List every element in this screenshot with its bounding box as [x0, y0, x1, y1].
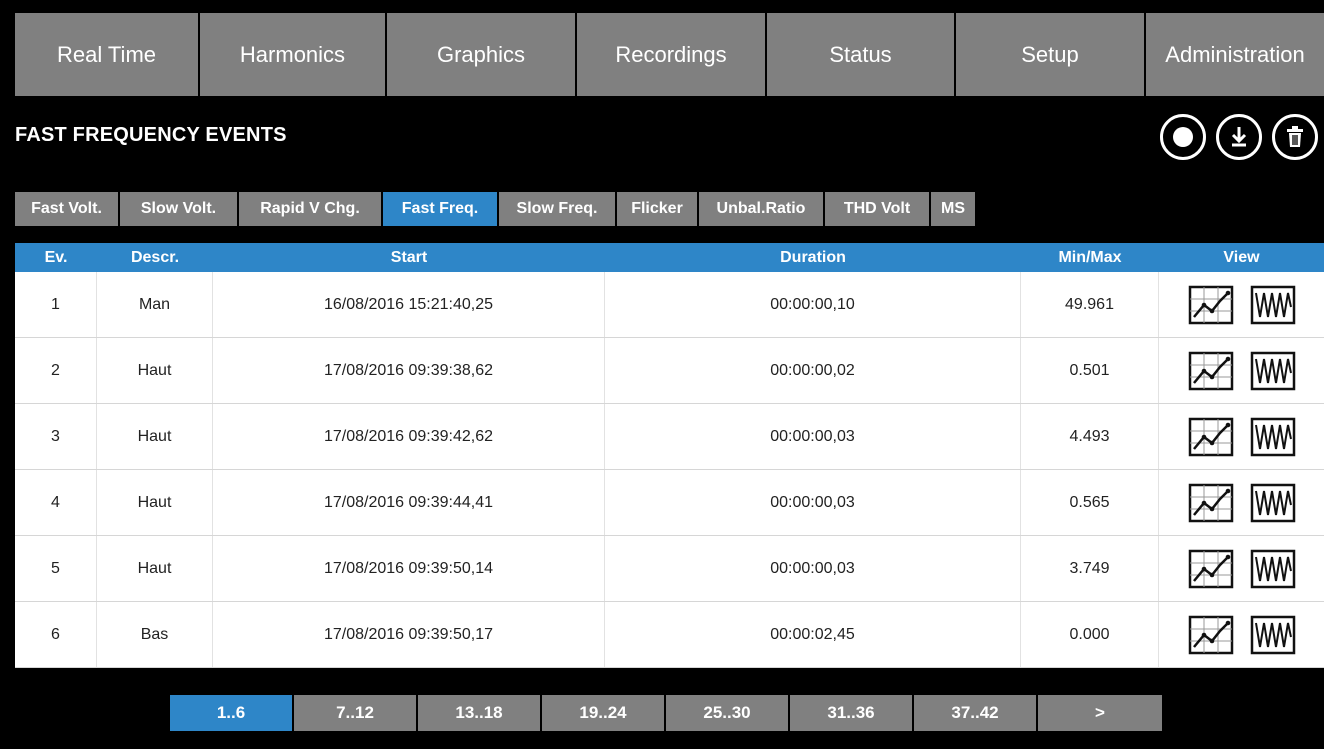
cell-ev: 3 [15, 404, 97, 469]
page-button-37-42[interactable]: 37..42 [914, 695, 1038, 731]
table-header: Ev. Descr. Start Duration Min/Max View [15, 243, 1324, 272]
nav-tab-harmonics[interactable]: Harmonics [200, 13, 387, 96]
page-button-31-36[interactable]: 31..36 [790, 695, 914, 731]
trend-chart-icon[interactable] [1188, 351, 1234, 391]
header-descr[interactable]: Descr. [97, 243, 213, 272]
cell-start: 16/08/2016 15:21:40,25 [213, 272, 605, 337]
download-icon [1231, 127, 1247, 147]
waveform-icon[interactable] [1250, 285, 1296, 325]
cell-duration: 00:00:00,10 [605, 272, 1021, 337]
events-table: Ev. Descr. Start Duration Min/Max View 1… [15, 243, 1324, 668]
trend-chart-icon[interactable] [1188, 483, 1234, 523]
subtab-flicker[interactable]: Flicker [617, 192, 699, 226]
table-body: 1 Man 16/08/2016 15:21:40,25 00:00:00,10 49.… [15, 272, 1324, 668]
cell-ev: 1 [15, 272, 97, 337]
waveform-icon[interactable] [1250, 549, 1296, 589]
header-view: View [1223, 248, 1260, 266]
cell-duration: 00:00:00,03 [605, 404, 1021, 469]
cell-descr: Bas [97, 602, 213, 667]
table-row[interactable]: 3 Haut 17/08/2016 09:39:42,62 00:00:00,03 4.… [15, 404, 1324, 470]
nav-tab-setup[interactable]: Setup [956, 13, 1146, 96]
cell-ev: 2 [15, 338, 97, 403]
subtab-slow-freq[interactable]: Slow Freq. [499, 192, 617, 226]
cell-min-max: 0.000 [1021, 602, 1159, 667]
cell-descr: Haut [97, 470, 213, 535]
cell-min-max: 3.749 [1021, 536, 1159, 601]
cell-descr: Man [97, 272, 213, 337]
nav-tab-graphics[interactable]: Graphics [387, 13, 577, 96]
page-button-1-6[interactable]: 1..6 [170, 695, 294, 731]
pagination: 1..6 7..12 13..18 19..24 25..30 31..36 3… [170, 695, 1162, 731]
cell-duration: 00:00:00,03 [605, 536, 1021, 601]
cell-view [1159, 338, 1324, 403]
nav-tab-status[interactable]: Status [767, 13, 956, 96]
cell-descr: Haut [97, 404, 213, 469]
download-button[interactable] [1216, 114, 1262, 160]
table-row[interactable]: 6 Bas 17/08/2016 09:39:50,17 00:00:02,45 0.0… [15, 602, 1324, 668]
subtab-fast-volt[interactable]: Fast Volt. [15, 192, 120, 226]
nav-tab-real-time[interactable]: Real Time [15, 13, 200, 96]
cell-descr: Haut [97, 338, 213, 403]
cell-duration: 00:00:00,02 [605, 338, 1021, 403]
next-page-button[interactable]: > [1038, 695, 1162, 731]
delete-button[interactable] [1272, 114, 1318, 160]
waveform-icon[interactable] [1250, 417, 1296, 457]
page-title: FAST FREQUENCY EVENTS [15, 124, 287, 146]
cell-start: 17/08/2016 09:39:38,62 [213, 338, 605, 403]
page-button-13-18[interactable]: 13..18 [418, 695, 542, 731]
cell-view [1159, 536, 1324, 601]
nav-tab-recordings[interactable]: Recordings [577, 13, 767, 96]
cell-min-max: 4.493 [1021, 404, 1159, 469]
table-row[interactable]: 4 Haut 17/08/2016 09:39:44,41 00:00:00,03 0.… [15, 470, 1324, 536]
trash-icon [1287, 126, 1303, 147]
cell-ev: 4 [15, 470, 97, 535]
table-row[interactable]: 1 Man 16/08/2016 15:21:40,25 00:00:00,10 49.… [15, 272, 1324, 338]
nav-tab-administration[interactable]: Administration [1146, 13, 1324, 96]
cell-ev: 6 [15, 602, 97, 667]
record-button[interactable] [1160, 114, 1206, 160]
cell-view [1159, 404, 1324, 469]
trend-chart-icon[interactable] [1188, 417, 1234, 457]
cell-min-max: 49.961 [1021, 272, 1159, 337]
cell-start: 17/08/2016 09:39:44,41 [213, 470, 605, 535]
header-start[interactable]: Start [213, 243, 605, 272]
cell-start: 17/08/2016 09:39:42,62 [213, 404, 605, 469]
subtab-thd-volt[interactable]: THD Volt [825, 192, 931, 226]
top-navigation: Real Time Harmonics Graphics Recordings … [15, 13, 1324, 96]
header-min-max[interactable]: Min/Max [1021, 243, 1159, 272]
cell-view [1159, 272, 1324, 337]
waveform-icon[interactable] [1250, 615, 1296, 655]
cell-start: 17/08/2016 09:39:50,14 [213, 536, 605, 601]
header-duration[interactable]: Duration [605, 243, 1021, 272]
trend-chart-icon[interactable] [1188, 615, 1234, 655]
subtab-ms[interactable]: MS [931, 192, 975, 226]
cell-view [1159, 602, 1324, 667]
subtab-rapid-v-chg[interactable]: Rapid V Chg. [239, 192, 383, 226]
trend-chart-icon[interactable] [1188, 549, 1234, 589]
page-button-7-12[interactable]: 7..12 [294, 695, 418, 731]
action-toolbar [1160, 114, 1318, 160]
subtab-fast-freq[interactable]: Fast Freq. [383, 192, 499, 226]
cell-duration: 00:00:00,03 [605, 470, 1021, 535]
subtab-unbal-ratio[interactable]: Unbal.Ratio [699, 192, 825, 226]
table-row[interactable]: 2 Haut 17/08/2016 09:39:38,62 00:00:00,02 0.… [15, 338, 1324, 404]
header-ev[interactable]: Ev. [15, 243, 97, 272]
cell-min-max: 0.501 [1021, 338, 1159, 403]
cell-ev: 5 [15, 536, 97, 601]
page-button-19-24[interactable]: 19..24 [542, 695, 666, 731]
table-row[interactable]: 5 Haut 17/08/2016 09:39:50,14 00:00:00,03 3.… [15, 536, 1324, 602]
waveform-icon[interactable] [1250, 351, 1296, 391]
page-button-25-30[interactable]: 25..30 [666, 695, 790, 731]
trend-chart-icon[interactable] [1188, 285, 1234, 325]
subtab-slow-volt[interactable]: Slow Volt. [120, 192, 239, 226]
cell-view [1159, 470, 1324, 535]
record-icon [1173, 127, 1193, 147]
waveform-icon[interactable] [1250, 483, 1296, 523]
cell-min-max: 0.565 [1021, 470, 1159, 535]
event-type-tabs: Fast Volt. Slow Volt. Rapid V Chg. Fast … [15, 192, 975, 226]
cell-start: 17/08/2016 09:39:50,17 [213, 602, 605, 667]
cell-descr: Haut [97, 536, 213, 601]
cell-duration: 00:00:02,45 [605, 602, 1021, 667]
